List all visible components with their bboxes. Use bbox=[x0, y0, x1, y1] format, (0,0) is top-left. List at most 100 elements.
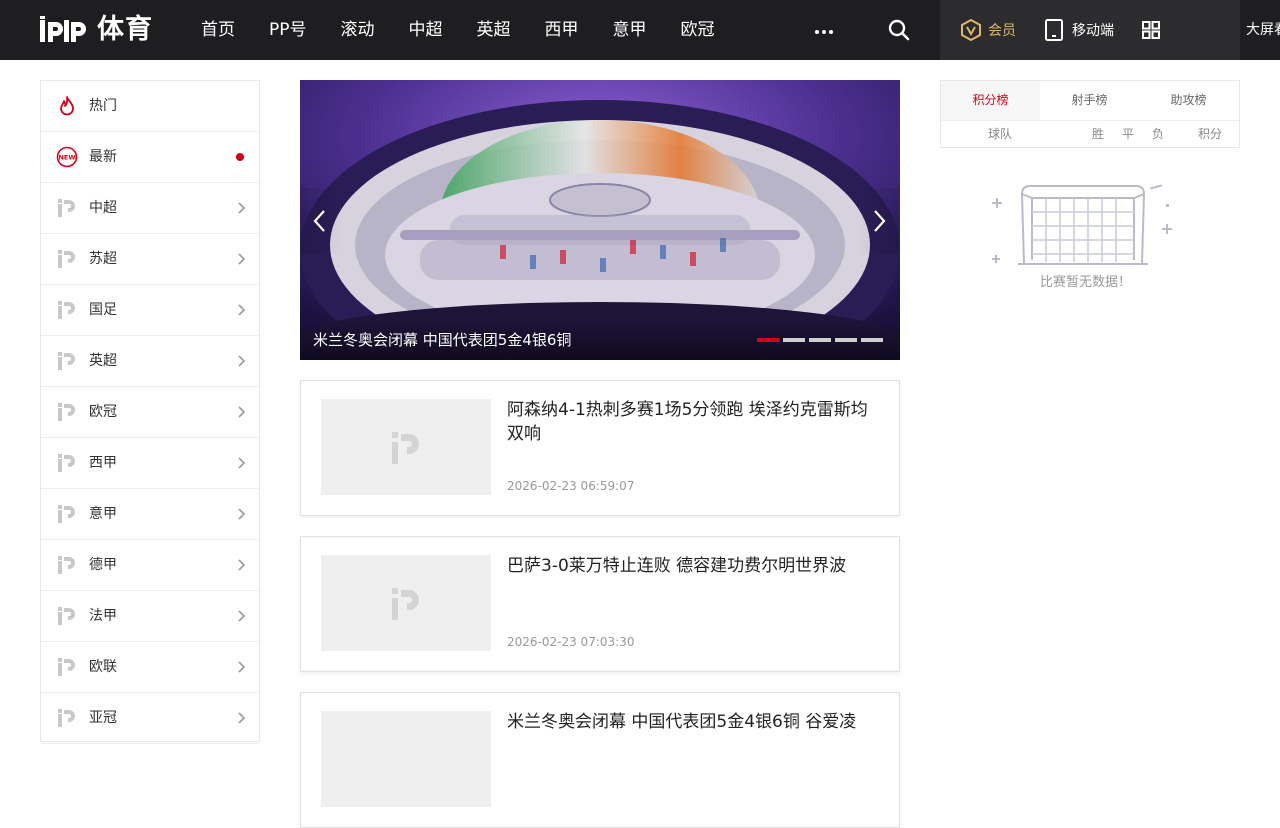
pp-sports-logo[interactable]: 体育 bbox=[40, 14, 153, 46]
vip-label: 会员 bbox=[988, 23, 1016, 39]
sidebar-item-label: 西甲 bbox=[89, 455, 117, 471]
new-icon: NEW bbox=[56, 146, 78, 168]
sidebar-item-europa-league[interactable]: 欧联 bbox=[41, 642, 259, 693]
tab-standings[interactable]: 积分榜 bbox=[941, 81, 1040, 120]
pp-logo-icon bbox=[58, 556, 75, 574]
fire-icon bbox=[60, 96, 74, 116]
sidebar-item-label: 法甲 bbox=[89, 608, 117, 624]
nav-serie-a[interactable]: 意甲 bbox=[596, 0, 664, 60]
more-dots-icon[interactable] bbox=[812, 22, 836, 38]
empty-goal-icon bbox=[992, 184, 1172, 265]
carousel-dot[interactable] bbox=[783, 338, 805, 342]
carousel-prev-button[interactable] bbox=[300, 188, 340, 254]
sidebar-item-bundesliga[interactable]: 德甲 bbox=[41, 540, 259, 591]
chevron-right-icon bbox=[238, 610, 246, 622]
sidebar-item-label: 热门 bbox=[89, 98, 117, 114]
sidebar-item-latest[interactable]: NEW 最新 bbox=[41, 132, 259, 183]
carousel-dot[interactable] bbox=[757, 338, 779, 342]
carousel-next-button[interactable] bbox=[859, 188, 899, 254]
news-title[interactable]: 巴萨3-0莱万特止连败 德容建功费尔明世界波 bbox=[507, 554, 875, 578]
category-sidebar: 热门 NEW 最新 中超 苏超 国足 英超 欧冠 西甲 意甲 德甲 法甲 欧联 … bbox=[40, 80, 260, 744]
pp-placeholder-icon bbox=[392, 588, 419, 620]
mobile-button[interactable]: 移动端 bbox=[1044, 19, 1114, 41]
sidebar-item-national-team[interactable]: 国足 bbox=[41, 285, 259, 336]
tab-top-scorers[interactable]: 射手榜 bbox=[1040, 81, 1139, 120]
pp-logo-icon bbox=[58, 709, 75, 727]
col-points: 积分 bbox=[1198, 127, 1223, 141]
nav-csl[interactable]: 中超 bbox=[392, 0, 460, 60]
main-nav: 首页 PP号 滚动 中超 英超 西甲 意甲 欧冠 bbox=[184, 0, 732, 60]
top-navigation-bar: 体育 首页 PP号 滚动 中超 英超 西甲 意甲 欧冠 会员 移动端 大屏 bbox=[0, 0, 1280, 60]
news-card[interactable]: 巴萨3-0莱万特止连败 德容建功费尔明世界波 2026-02-23 07:03:… bbox=[300, 536, 900, 672]
pp-logo-icon bbox=[58, 658, 75, 676]
sidebar-item-afc-champions-league[interactable]: 亚冠 bbox=[41, 693, 259, 744]
pp-logo-icon bbox=[58, 250, 75, 268]
news-card[interactable]: 米兰冬奥会闭幕 中国代表团5金4银6铜 谷爱凌 bbox=[300, 692, 900, 828]
news-thumbnail bbox=[321, 555, 491, 651]
chevron-right-icon bbox=[238, 304, 246, 316]
chevron-right-icon bbox=[238, 661, 246, 673]
sidebar-item-premier-league[interactable]: 英超 bbox=[41, 336, 259, 387]
pp-logo-icon bbox=[58, 607, 75, 625]
chevron-right-icon bbox=[238, 406, 246, 418]
standings-panel: 积分榜 射手榜 助攻榜 球队 胜 平 负 积分 bbox=[940, 80, 1240, 148]
nav-pp-account[interactable]: PP号 bbox=[252, 0, 324, 60]
sidebar-item-ligue-1[interactable]: 法甲 bbox=[41, 591, 259, 642]
sidebar-item-su-league[interactable]: 苏超 bbox=[41, 234, 259, 285]
carousel-dot[interactable] bbox=[835, 338, 857, 342]
pp-logo-icon bbox=[58, 505, 75, 523]
sidebar-item-label: 亚冠 bbox=[89, 710, 117, 726]
sidebar-item-label: 中超 bbox=[89, 200, 117, 216]
headline-carousel[interactable] bbox=[300, 80, 900, 360]
pp-placeholder-icon bbox=[392, 432, 419, 464]
sidebar-item-label: 最新 bbox=[89, 149, 117, 165]
grid-icon[interactable] bbox=[1142, 21, 1160, 39]
user-tools: 会员 移动端 bbox=[940, 0, 1240, 60]
carousel-caption[interactable]: 米兰冬奥会闭幕 中国代表团5金4银6铜 bbox=[313, 329, 571, 351]
nav-premier-league[interactable]: 英超 bbox=[460, 0, 528, 60]
svg-text:NEW: NEW bbox=[58, 154, 75, 162]
pp-logo-icon bbox=[58, 301, 75, 319]
news-time: 2026-02-23 06:59:07 bbox=[507, 479, 635, 493]
bigscreen-link[interactable]: 大屏看 bbox=[1246, 0, 1280, 60]
chevron-right-icon bbox=[238, 202, 246, 214]
search-icon[interactable] bbox=[886, 17, 912, 43]
news-thumbnail bbox=[321, 711, 491, 807]
empty-data-message: 比赛暂无数据！ bbox=[1040, 275, 1132, 290]
sidebar-item-csl[interactable]: 中超 bbox=[41, 183, 259, 234]
carousel-dot[interactable] bbox=[861, 338, 883, 342]
sidebar-item-label: 欧联 bbox=[89, 659, 117, 675]
pp-logo-icon bbox=[58, 403, 75, 421]
standings-tabs: 积分榜 射手榜 助攻榜 bbox=[941, 81, 1239, 121]
sidebar-item-label: 意甲 bbox=[89, 506, 117, 522]
col-draw: 平 bbox=[1122, 127, 1135, 141]
news-time: 2026-02-23 07:03:30 bbox=[507, 635, 635, 649]
pp-logo-icon bbox=[58, 454, 75, 472]
sidebar-item-la-liga[interactable]: 西甲 bbox=[41, 438, 259, 489]
chevron-right-icon bbox=[238, 508, 246, 520]
sidebar-item-champions-league[interactable]: 欧冠 bbox=[41, 387, 259, 438]
tab-assists[interactable]: 助攻榜 bbox=[1139, 81, 1238, 120]
news-card[interactable]: 阿森纳4-1热刺多赛1场5分领跑 埃泽约克雷斯均双响 2026-02-23 06… bbox=[300, 380, 900, 516]
carousel-indicators bbox=[757, 338, 887, 342]
sidebar-item-label: 英超 bbox=[89, 353, 117, 369]
nav-home[interactable]: 首页 bbox=[184, 0, 252, 60]
chevron-right-icon bbox=[874, 210, 886, 232]
mobile-phone-icon bbox=[1045, 19, 1063, 41]
sidebar-item-label: 欧冠 bbox=[89, 404, 117, 420]
chevron-right-icon bbox=[238, 559, 246, 571]
news-title[interactable]: 阿森纳4-1热刺多赛1场5分领跑 埃泽约克雷斯均双响 bbox=[507, 398, 875, 446]
nav-rolling[interactable]: 滚动 bbox=[324, 0, 392, 60]
chevron-right-icon bbox=[238, 253, 246, 265]
sidebar-item-label: 德甲 bbox=[89, 557, 117, 573]
sidebar-item-serie-a[interactable]: 意甲 bbox=[41, 489, 259, 540]
sidebar-item-hot[interactable]: 热门 bbox=[41, 81, 259, 132]
vip-button[interactable]: 会员 bbox=[960, 19, 1016, 41]
nav-champions-league[interactable]: 欧冠 bbox=[664, 0, 732, 60]
carousel-dot[interactable] bbox=[809, 338, 831, 342]
sidebar-item-label: 国足 bbox=[89, 302, 117, 318]
chevron-right-icon bbox=[238, 355, 246, 367]
col-win: 胜 bbox=[1092, 127, 1105, 141]
nav-la-liga[interactable]: 西甲 bbox=[528, 0, 596, 60]
news-title[interactable]: 米兰冬奥会闭幕 中国代表团5金4银6铜 谷爱凌 bbox=[507, 710, 875, 734]
